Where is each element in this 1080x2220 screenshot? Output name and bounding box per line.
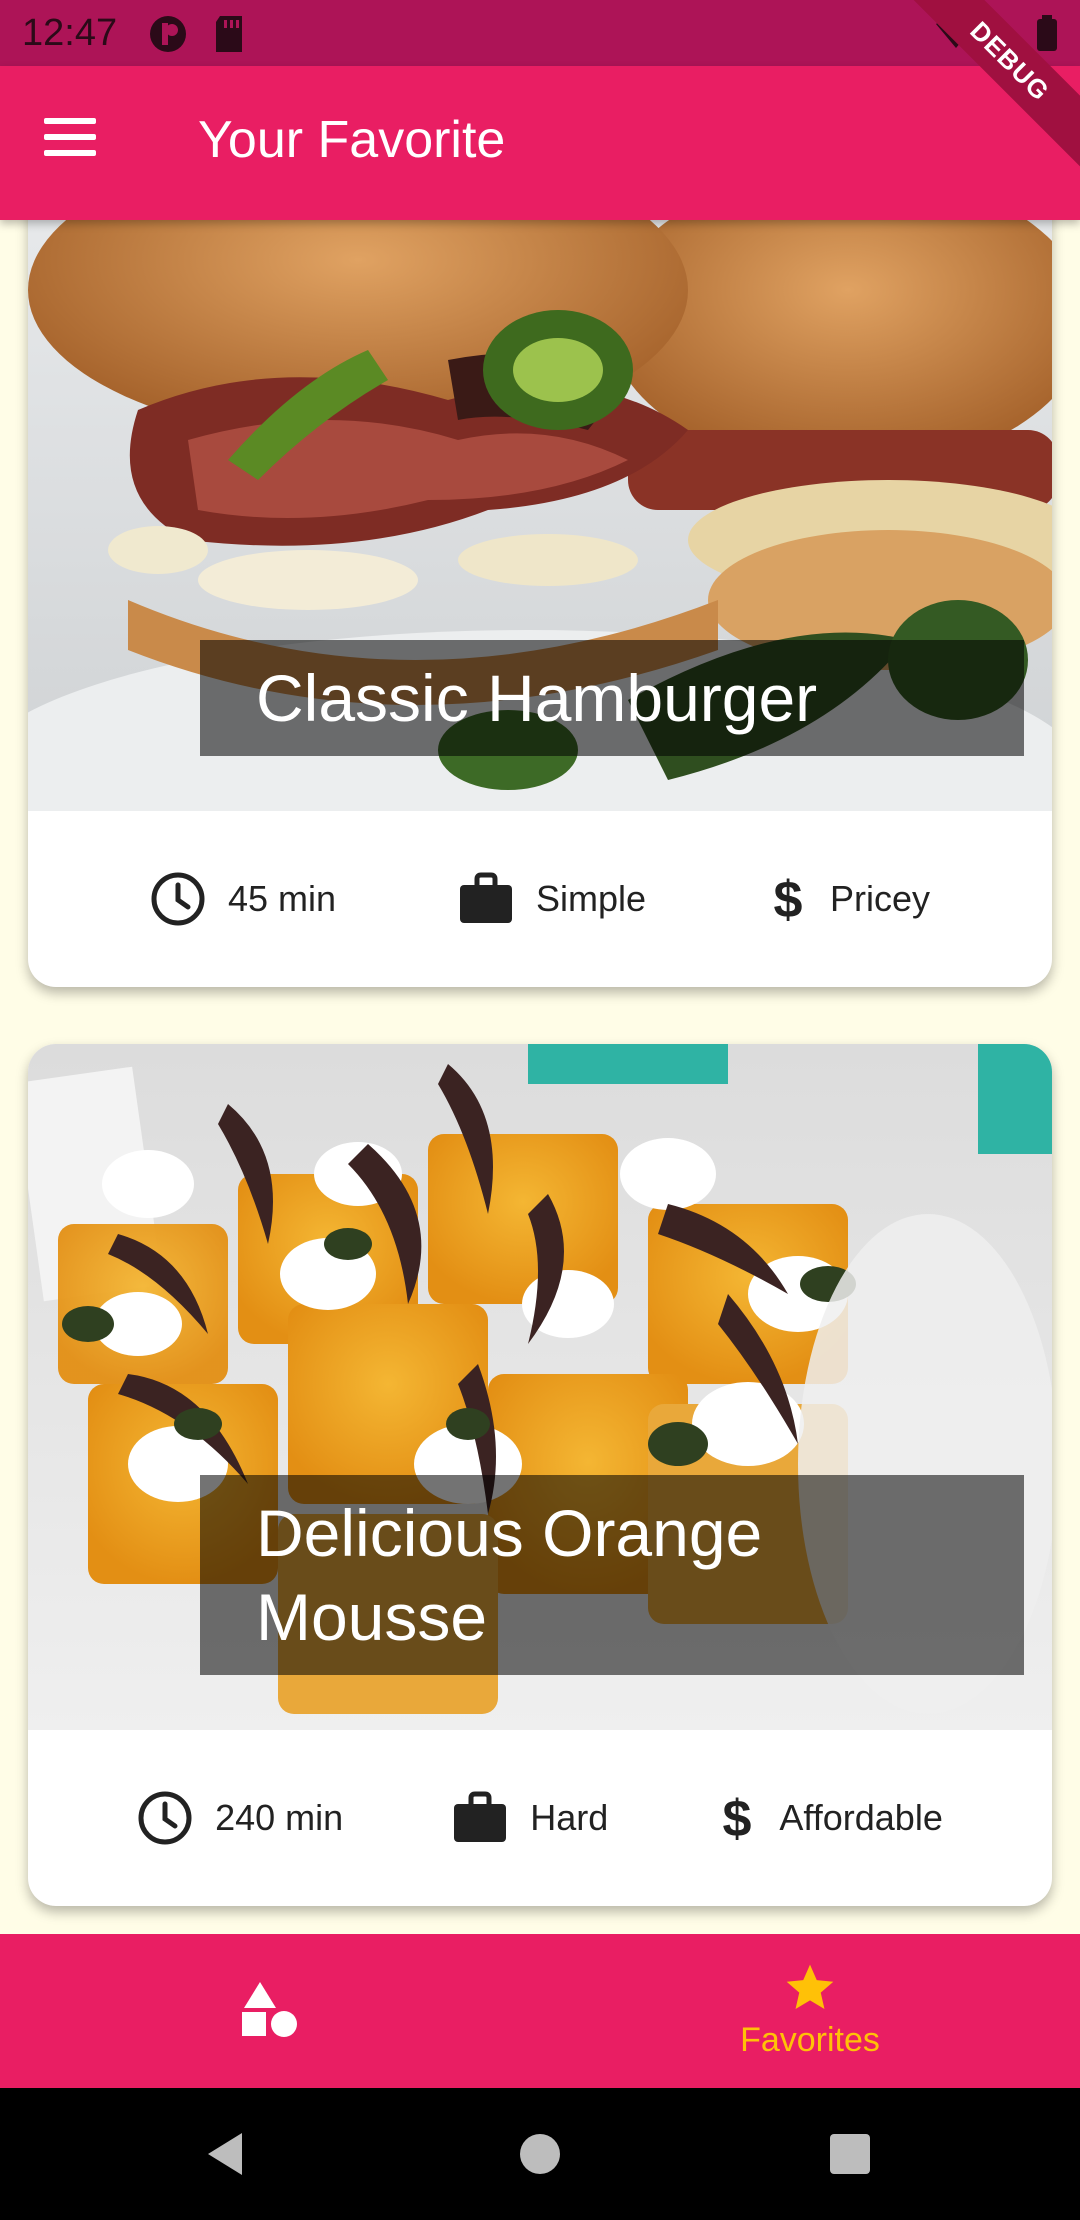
system-navigation-bar: [0, 2088, 1080, 2220]
dollar-icon: $: [774, 871, 803, 927]
complexity-label: Hard: [530, 1797, 609, 1838]
vpn-status-icon: [150, 16, 186, 52]
meal-info-row: 240 min Hard $ Affordable: [28, 1730, 1052, 1906]
duration-label: 240 min: [215, 1797, 344, 1838]
tab-categories[interactable]: [0, 1934, 540, 2088]
meal-card[interactable]: Classic Hamburger 45 min Simple $ Pricey: [28, 220, 1052, 987]
recents-icon[interactable]: [828, 2132, 872, 2176]
status-time: 12:47: [22, 12, 118, 54]
home-icon[interactable]: [518, 2132, 562, 2176]
meal-image: Classic Hamburger: [28, 220, 1052, 811]
meal-image: Delicious Orange Mousse: [28, 1044, 1052, 1730]
favorites-list[interactable]: Classic Hamburger 45 min Simple $ Pricey…: [0, 220, 1080, 1934]
dollar-icon: $: [723, 1790, 752, 1846]
complexity-info: Simple: [458, 871, 646, 927]
meal-title: Classic Hamburger: [200, 640, 1024, 756]
star-icon: [786, 1964, 834, 2009]
bottom-navigation: Favorites: [0, 1934, 1080, 2088]
work-icon: [454, 1791, 507, 1842]
affordability-label: Pricey: [829, 878, 930, 919]
meal-title: Delicious Orange Mousse: [200, 1475, 1024, 1675]
tab-label: Favorites: [740, 2021, 880, 2059]
affordability-label: Affordable: [779, 1797, 943, 1838]
duration-info: 240 min: [137, 1790, 343, 1846]
battery-icon: [1037, 15, 1057, 51]
meal-card[interactable]: Delicious Orange Mousse 240 min Hard $ A…: [28, 1044, 1052, 1906]
complexity-info: Hard: [452, 1790, 608, 1846]
tab-favorites[interactable]: Favorites: [540, 1934, 1080, 2088]
status-bar: 12:47: [0, 0, 1080, 66]
page-title: Your Favorite: [198, 111, 506, 169]
sd-card-icon: [216, 16, 242, 52]
complexity-label: Simple: [535, 878, 647, 919]
affordability-info: $ Pricey: [768, 871, 930, 927]
duration-info: 45 min: [150, 871, 336, 927]
menu-icon[interactable]: [40, 118, 100, 168]
svg-text:$: $: [774, 871, 803, 927]
back-icon[interactable]: [200, 2129, 250, 2179]
affordability-info: $ Affordable: [717, 1790, 943, 1846]
app-bar: Your Favorite: [0, 66, 1080, 220]
categories-icon: [242, 1982, 297, 2037]
duration-label: 45 min: [227, 878, 337, 919]
clock-icon: [151, 872, 205, 926]
svg-text:$: $: [723, 1790, 752, 1846]
work-icon: [459, 872, 512, 923]
clock-icon: [138, 1791, 192, 1845]
meal-info-row: 45 min Simple $ Pricey: [28, 811, 1052, 987]
